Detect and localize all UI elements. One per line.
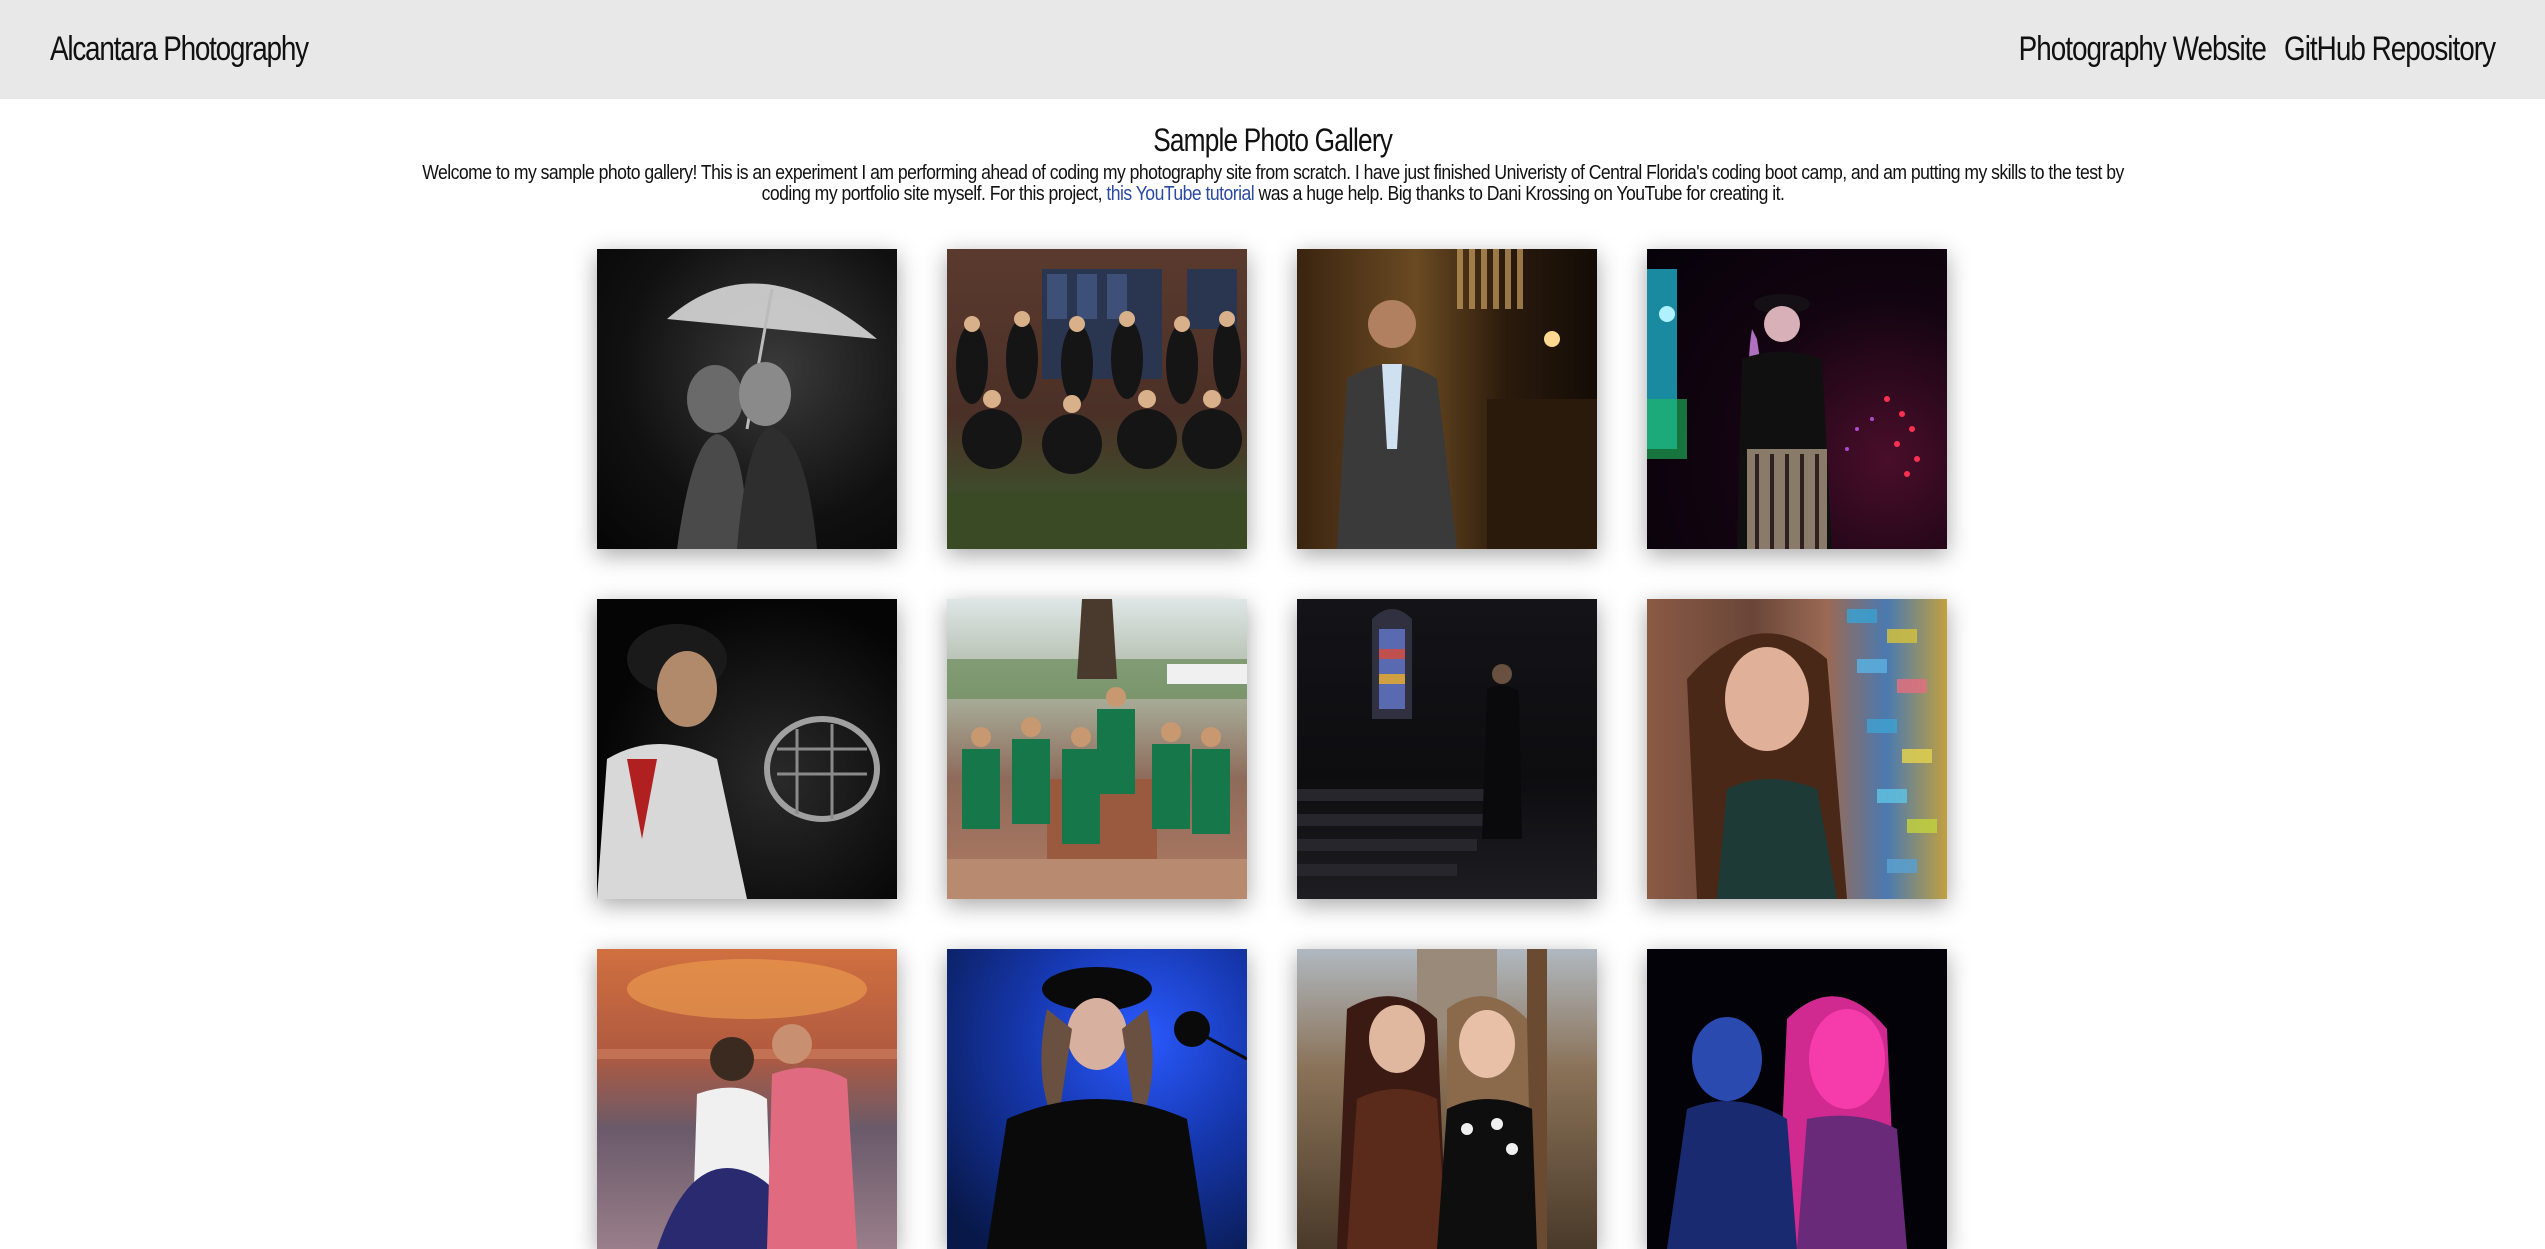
site-header: Alcantara Photography Photography Websit… [0, 0, 2545, 99]
photo-two-women-art [1337, 949, 1547, 1249]
photo-football-player-art [597, 624, 880, 899]
nav-github-repository[interactable]: GitHub Repository [2284, 30, 2496, 69]
intro-text: Welcome to my sample photo gallery! This… [410, 163, 2135, 205]
photo-church-stairs-art [1297, 609, 1522, 876]
gallery-photo-neon-portrait[interactable] [1647, 949, 1947, 1249]
intro-text-after: was a huge help. Big thanks to Dani Kros… [1253, 183, 1784, 205]
gallery-photo-night-woman[interactable] [1647, 249, 1947, 549]
photo-woman-colored-bricks-art [1687, 609, 1937, 899]
gallery-photo-beach-sunset-couple[interactable] [597, 949, 897, 1249]
site-brand[interactable]: Alcantara Photography [50, 30, 309, 69]
photo-blue-backlit-woman-art [987, 967, 1247, 1249]
gallery-photo-woman-colored-bricks[interactable] [1647, 599, 1947, 899]
photo-night-woman-art [1647, 269, 1920, 549]
photo-graduates-art [947, 599, 1247, 899]
page-title: Sample Photo Gallery [1153, 122, 1393, 158]
gallery-photo-umbrella-couple[interactable] [597, 249, 897, 549]
gallery-photo-blue-backlit-woman[interactable] [947, 949, 1247, 1249]
photo-beach-sunset-couple-art [597, 959, 897, 1249]
photo-group-brick-art [947, 269, 1247, 549]
youtube-tutorial-link[interactable]: this YouTube tutorial [1106, 183, 1254, 205]
photo-umbrella-couple-art [667, 283, 877, 549]
photo-gallery [597, 249, 1947, 1249]
intro-section: Sample Photo Gallery Welcome to my sampl… [0, 122, 2545, 205]
gallery-photo-football-player[interactable] [597, 599, 897, 899]
nav-photography-website[interactable]: Photography Website [2019, 30, 2267, 69]
photo-man-organ-art [1337, 249, 1597, 549]
top-nav: Photography Website GitHub Repository [2019, 30, 2496, 69]
gallery-photo-graduates[interactable] [947, 599, 1247, 899]
gallery-photo-man-organ[interactable] [1297, 249, 1597, 549]
gallery-photo-church-stairs[interactable] [1297, 599, 1597, 899]
gallery-photo-group-brick[interactable] [947, 249, 1247, 549]
photo-neon-portrait-art [1667, 996, 1907, 1249]
gallery-photo-two-women[interactable] [1297, 949, 1597, 1249]
